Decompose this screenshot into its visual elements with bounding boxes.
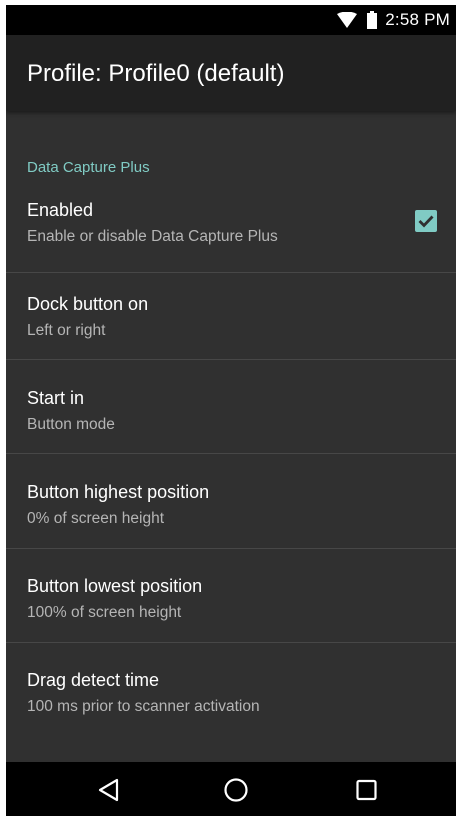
- pref-summary: 0% of screen height: [27, 510, 165, 527]
- recents-button[interactable]: [327, 762, 407, 816]
- battery-icon: [367, 11, 378, 29]
- pref-enabled[interactable]: Enabled Enable or disable Data Capture P…: [6, 180, 456, 273]
- page-title: Profile: Profile0 (default): [27, 60, 285, 87]
- check-icon: [418, 215, 434, 228]
- status-bar: 2:58 PM: [6, 5, 456, 35]
- pref-dock-button[interactable]: Dock button on Left or right: [6, 267, 456, 360]
- navigation-bar: [6, 762, 456, 816]
- pref-title: Start in: [27, 388, 85, 408]
- pref-title: Dock button on: [27, 294, 149, 314]
- pref-title: Enabled: [27, 200, 94, 220]
- back-button[interactable]: [69, 762, 149, 816]
- pref-button-lowest-position[interactable]: Button lowest position 100% of screen he…: [6, 550, 456, 643]
- pref-summary: 100 ms prior to scanner activation: [27, 698, 260, 715]
- pref-drag-detect-time[interactable]: Drag detect time 100 ms prior to scanner…: [6, 644, 456, 737]
- home-icon: [224, 778, 248, 802]
- pref-summary: Button mode: [27, 416, 115, 433]
- enabled-checkbox[interactable]: [415, 210, 437, 232]
- divider: [6, 548, 456, 549]
- pref-start-in[interactable]: Start in Button mode: [6, 361, 456, 454]
- pref-title: Button lowest position: [27, 576, 203, 596]
- pref-title: Drag detect time: [27, 670, 160, 690]
- pref-summary: Enable or disable Data Capture Plus: [27, 228, 278, 245]
- pref-summary: Left or right: [27, 322, 106, 339]
- pref-button-highest-position[interactable]: Button highest position 0% of screen hei…: [6, 456, 456, 549]
- back-icon: [98, 778, 119, 802]
- recents-icon: [356, 779, 377, 801]
- divider: [6, 642, 456, 643]
- settings-screen: 2:58 PM Profile: Profile0 (default) Data…: [6, 5, 456, 816]
- pref-title: Button highest position: [27, 482, 210, 502]
- home-button[interactable]: [196, 762, 276, 816]
- status-icons: 2:58 PM: [337, 5, 450, 35]
- app-bar: Profile: Profile0 (default): [6, 35, 456, 111]
- pref-summary: 100% of screen height: [27, 604, 182, 621]
- divider: [6, 453, 456, 454]
- divider: [6, 359, 456, 360]
- status-time: 2:58 PM: [385, 10, 450, 29]
- category-header: Data Capture Plus: [27, 159, 150, 176]
- wifi-icon: [337, 12, 358, 28]
